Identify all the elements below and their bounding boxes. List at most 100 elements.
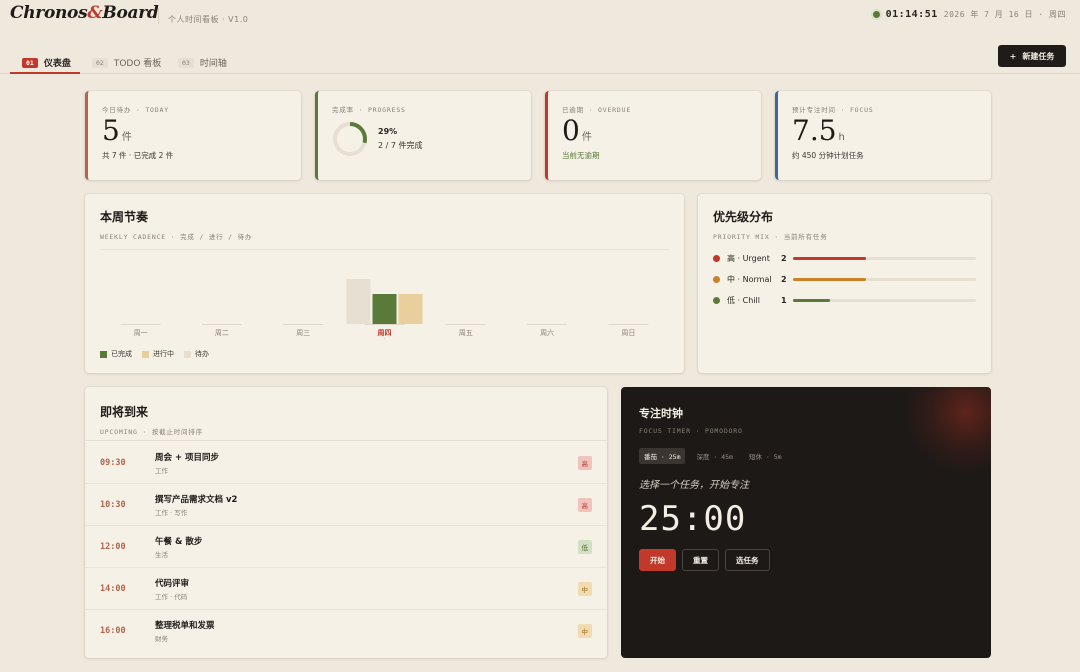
bar-已完成: [372, 294, 397, 324]
plus-icon: +: [1009, 51, 1017, 61]
priority-label: 低 · Chill: [727, 295, 760, 305]
item-time: 16:00: [100, 626, 126, 636]
priority-dot-icon: [713, 296, 720, 304]
priority-count: 2: [781, 274, 787, 284]
item-time: 14:00: [100, 584, 126, 594]
focus-timer-card: 专注时钟 FOCUS TIMER · POMODORO 番茄 · 25m 深度 …: [621, 387, 991, 658]
x-tick-label: 周二: [215, 329, 229, 337]
upcoming-item[interactable]: 12:00 午餐 & 散步 生活 低: [85, 526, 607, 568]
tab-number: 02: [92, 57, 108, 68]
app-logo[interactable]: Chronos&Board: [10, 3, 159, 23]
stat-note: 共 7 件 · 已完成 2 件: [102, 151, 174, 160]
weekly-bar-chart: 周一 周二 周三 周四 周五 周六 周日: [100, 249, 669, 339]
tab-timeline[interactable]: 03 时间轴: [178, 52, 227, 73]
section-subtitle: FOCUS TIMER · POMODORO: [639, 427, 743, 435]
section-title: 本周节奏: [100, 210, 149, 224]
mode-short-break[interactable]: 短休 · 5m: [744, 448, 787, 464]
priority-fill: [793, 298, 830, 302]
priority-track: [793, 256, 976, 260]
progress-detail: 2 / 7 件完成: [378, 141, 423, 150]
priority-badge: 高: [577, 456, 592, 470]
stat-label: 已逾期 · OVERDUE: [562, 106, 632, 114]
x-tick-label: 周五: [459, 329, 473, 337]
stat-value: 7.5 h: [792, 114, 845, 147]
priority-label: 中 · Normal: [727, 274, 772, 284]
legend-item: 待办: [184, 349, 209, 359]
legend-item: 进行中: [142, 349, 174, 359]
clock-date: 2026 年 7 月 16 日 · 周四: [943, 10, 1066, 19]
priority-row-urgent: 高 · Urgent 2: [713, 252, 976, 264]
new-task-button[interactable]: + 新建任务: [998, 45, 1066, 67]
section-subtitle: UPCOMING · 按截止时间排序: [100, 428, 203, 436]
pick-task-button[interactable]: 选任务: [725, 549, 770, 571]
chart-legend: 已完成 进行中 待办: [100, 349, 209, 359]
timer-mode-selector: 番茄 · 25m 深度 · 45m 短休 · 5m: [639, 448, 973, 464]
priority-dot-icon: [713, 254, 720, 262]
tab-todo-board[interactable]: 02 TODO 看板: [92, 52, 161, 73]
item-tags: 工作: [155, 467, 168, 475]
priority-row-normal: 中 · Normal 2: [713, 273, 976, 285]
reset-button[interactable]: 重置: [682, 549, 719, 571]
tab-number: 03: [178, 57, 194, 68]
item-tags: 工作 · 写作: [155, 509, 188, 517]
bar-待办: [346, 279, 371, 324]
bar-进行中: [398, 294, 423, 324]
x-tick-label: 周六: [540, 328, 554, 337]
item-title: 撰写产品需求文档 v2: [155, 495, 238, 505]
stat-value: 5件: [102, 114, 132, 147]
x-tick-label: 周日: [621, 329, 635, 337]
item-tags: 工作 · 代码: [155, 593, 188, 601]
upcoming-item[interactable]: 10:30 撰写产品需求文档 v2 工作 · 写作 高: [85, 484, 607, 526]
stat-card-focus: 预计专注时间 · FOCUS 7.5 h 约 450 分钟计划任务: [775, 91, 991, 180]
main-nav: 01 仪表盘 02 TODO 看板 03 时间轴 + 新建任务: [0, 44, 1080, 74]
priority-badge: 高: [577, 498, 592, 512]
stat-note: 当前无逾期: [562, 151, 600, 160]
mode-deep[interactable]: 深度 · 45m: [691, 448, 737, 464]
priority-count: 2: [781, 253, 787, 263]
item-tags: 财务: [155, 635, 168, 643]
header-divider: [158, 8, 159, 24]
priority-dot-icon: [713, 275, 720, 283]
item-time: 10:30: [100, 500, 126, 510]
priority-track: [793, 277, 976, 281]
x-tick-label: 周一: [134, 329, 148, 337]
progress-ring: [333, 122, 367, 156]
timer-display: 25:00: [639, 499, 747, 539]
item-tags: 生活: [155, 551, 168, 559]
tab-label: TODO 看板: [113, 59, 162, 69]
item-time: 12:00: [100, 542, 126, 552]
app-subtitle: 个人时间看板 · V1.0: [168, 15, 249, 24]
upcoming-item[interactable]: 14:00 代码评审 工作 · 代码 中: [85, 568, 607, 610]
section-title: 优先级分布: [713, 210, 774, 224]
start-button[interactable]: 开始: [639, 549, 676, 571]
legend-item: 已完成: [100, 349, 132, 359]
tab-number: 01: [22, 57, 38, 68]
section-title: 即将到来: [100, 405, 149, 419]
priority-badge: 中: [577, 624, 592, 638]
priority-fill: [793, 277, 867, 281]
header-clock: 01:14:51 2026 年 7 月 16 日 · 周四: [872, 9, 1066, 20]
clock-time: 01:14:51: [885, 9, 938, 20]
priority-row-chill: 低 · Chill 1: [713, 294, 976, 306]
item-title: 代码评审: [155, 579, 190, 589]
priority-badge: 中: [577, 582, 592, 596]
app-header: Chronos&Board 个人时间看板 · V1.0 01:14:51 202…: [0, 0, 1080, 34]
upcoming-item[interactable]: 16:00 整理税单和发票 财务 中: [85, 610, 607, 652]
new-task-label: 新建任务: [1022, 51, 1055, 61]
stat-label: 完成率 · PROGRESS: [332, 106, 406, 114]
legend-swatch: [142, 350, 149, 358]
section-subtitle: WEEKLY CADENCE · 完成 / 进行 / 待办: [100, 233, 253, 241]
priority-mix-card: 优先级分布 PRIORITY MIX · 当前所有任务 高 · Urgent 2…: [698, 194, 991, 373]
item-time: 09:30: [100, 458, 126, 468]
priority-badge: 低: [577, 540, 592, 554]
mode-pomodoro[interactable]: 番茄 · 25m: [639, 448, 686, 464]
status-dot-icon: [872, 11, 880, 18]
legend-swatch: [184, 350, 191, 358]
legend-swatch: [100, 350, 107, 358]
x-tick-label: 周三: [296, 329, 310, 337]
item-title: 周会 + 项目同步: [155, 453, 220, 463]
upcoming-card: 即将到来 UPCOMING · 按截止时间排序 09:30 周会 + 项目同步 …: [85, 387, 607, 658]
priority-count: 1: [781, 295, 787, 305]
upcoming-item[interactable]: 09:30 周会 + 项目同步 工作 高: [85, 442, 607, 484]
tab-dashboard[interactable]: 01 仪表盘: [22, 52, 71, 73]
